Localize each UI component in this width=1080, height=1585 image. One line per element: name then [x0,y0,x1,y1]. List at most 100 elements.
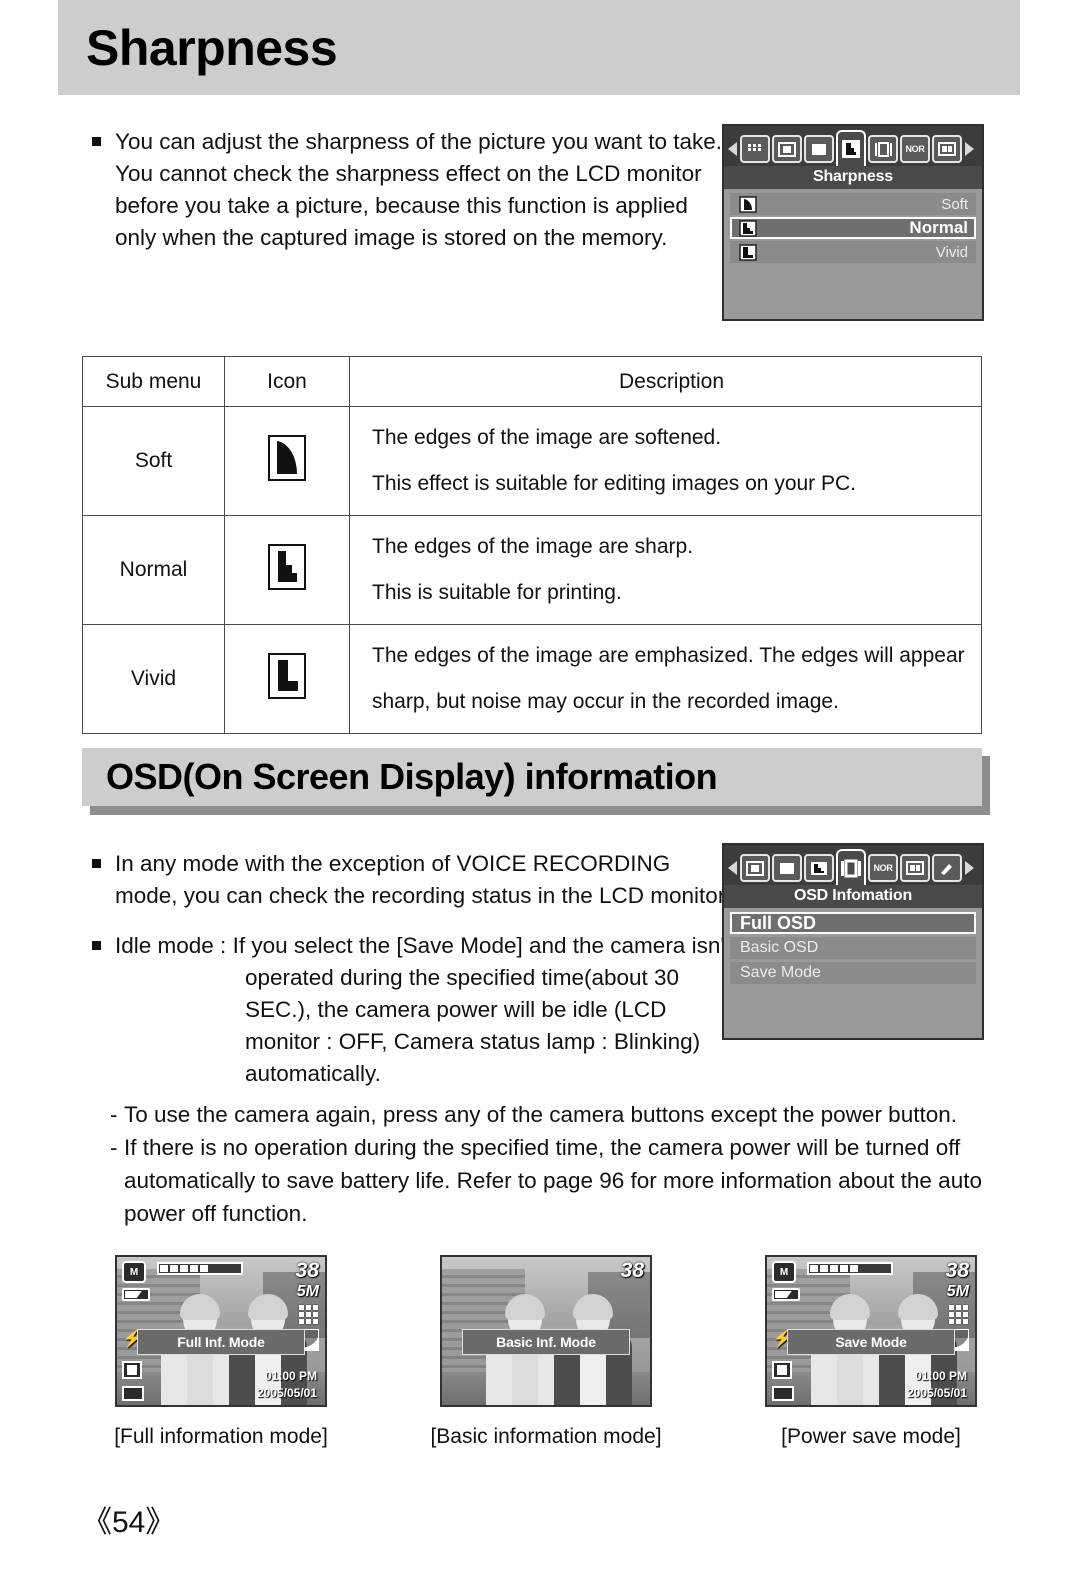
sharpness-intro-paragraph: You can adjust the sharpness of the pict… [92,126,722,254]
sharpness-normal-icon [738,219,760,237]
tab-nor-label: NOR [905,144,925,154]
frame-icon [778,141,796,157]
dash-note: - To use the camera again, press any of … [110,1098,990,1131]
lcd-menu-item-label: Full OSD [740,912,816,933]
table-row: Normal The edges of the image are sharp.… [82,515,982,625]
tab-nor-icon[interactable]: NOR [900,135,930,163]
description-line: This effect is suitable for editing imag… [372,472,857,495]
table-cell-icon [224,515,350,625]
dash-note: - If there is no operation during the sp… [110,1131,990,1230]
pen-icon [941,863,952,875]
table-cell-icon [224,406,350,516]
quality-dots-icon [949,1305,968,1324]
tab-grid-icon[interactable] [740,135,770,163]
sharpness-normal-icon [268,544,306,590]
tab-nor-icon[interactable]: NOR [868,854,898,882]
dash-line: To use the camera again, press any of th… [124,1102,957,1127]
table-cell-sub-menu: Normal [82,515,225,625]
preview-caption: [Power save mode] [781,1425,961,1448]
tab-picture-icon[interactable] [932,135,962,163]
mode-label-pill: Full Inf. Mode [137,1329,305,1355]
dash-line: automatically to save battery life. Refe… [124,1168,982,1193]
tab-osd-icon[interactable] [836,849,866,885]
lcd-menu-item-label: Save Mode [740,964,821,981]
white-square-icon [812,143,826,155]
table-cell-sub-menu: Vivid [82,624,225,734]
table-header-description: Description [349,356,982,407]
intro-line: before you take a picture, because this … [115,193,688,218]
section-header-sharpness: Sharpness [58,0,1020,95]
intro-line: You cannot check the sharpness effect on… [115,161,702,186]
intro-line: You can adjust the sharpness of the pict… [115,129,723,154]
table-cell-sub-menu: Soft [82,406,225,516]
sharpness-table: Sub menu Icon Description Soft The edges… [82,356,982,734]
dash-bullet-icon: - [110,1135,118,1160]
lcd-mock-osd: NOR OSD Infomation Full OSD Basic OSD Sa… [722,843,984,1040]
time-stamp: 01:00 PM [264,1369,317,1383]
date-stamp: 2005/05/01 [906,1386,967,1400]
memory-card-icon [122,1386,144,1401]
tab-pen-icon[interactable] [932,854,962,882]
preview-basic-information-mode: 38 Basic Inf. Mode [440,1255,652,1407]
battery-icon [772,1288,800,1301]
quality-dots-icon [299,1305,318,1324]
arrow-right-icon[interactable] [965,861,974,875]
preview-caption: [Basic information mode] [430,1425,662,1448]
picture-icon [938,142,956,156]
sharpness-soft-icon [268,435,306,481]
lcd-menu-item-label: Basic OSD [740,939,819,956]
arrow-left-icon[interactable] [728,861,737,875]
description-line: The edges of the image are emphasized. T… [372,644,965,667]
bullet-line: mode, you can check the recording status… [115,883,731,908]
lcd-menu-list: Full OSD Basic OSD Save Mode [724,908,982,984]
sharpness-soft-icon [738,195,760,213]
battery-icon [122,1288,150,1301]
lcd-tab-bar: NOR [724,126,982,166]
tab-osd-icon[interactable] [868,135,898,163]
shots-remaining-count: 38 [945,1259,969,1282]
table-header-icon: Icon [224,356,350,407]
tab-white-square-icon[interactable] [804,135,834,163]
dash-bullet-icon: - [110,1102,118,1127]
osd-icon [874,141,892,157]
date-stamp: 2005/05/01 [256,1386,317,1400]
lcd-menu-item-label: Vivid [935,243,968,261]
description-line: The edges of the image are softened. [372,426,722,449]
tab-picture-icon[interactable] [900,854,930,882]
page-number: 《54》 [82,1506,176,1539]
bullet-subline: SEC.), the camera power will be idle (LC… [245,997,667,1022]
bullet-subline: operated during the specified time(about… [245,965,680,990]
tab-sharpness-icon[interactable] [804,854,834,882]
table-header-sub-menu: Sub menu [82,356,225,407]
lcd-menu-item-full-osd[interactable]: Full OSD [730,912,976,934]
tab-white-square-icon[interactable] [772,854,802,882]
tab-frame-icon[interactable] [740,854,770,882]
white-square-icon [780,862,794,874]
sharpness-icon [842,140,860,158]
tab-sharpness-icon[interactable] [836,130,866,166]
intro-line: only when the captured image is stored o… [115,225,668,250]
resolution-indicator: 5M [296,1283,319,1300]
lcd-menu-item-label: Normal [909,218,968,237]
lcd-menu-list: Soft Normal Vivid [724,189,982,263]
bullet-subline: monitor : OFF, Camera status lamp : Blin… [245,1029,701,1054]
lcd-menu-item-vivid[interactable]: Vivid [730,241,976,263]
preview-caption: [Full information mode] [114,1425,328,1448]
arrow-right-icon[interactable] [965,142,974,156]
description-line: The edges of the image are sharp. [372,535,694,558]
picture-icon [906,861,924,875]
table-row: Vivid The edges of the image are emphasi… [82,624,982,734]
lcd-menu-item-normal[interactable]: Normal [730,217,976,239]
description-line: sharp, but noise may occur in the record… [372,690,839,713]
table-header-row: Sub menu Icon Description [82,356,982,407]
arrow-left-icon[interactable] [728,142,737,156]
description-line: This is suitable for printing. [372,581,622,604]
lcd-menu-item-save-mode[interactable]: Save Mode [730,962,976,984]
tab-frame-icon[interactable] [772,135,802,163]
metering-icon [772,1361,792,1379]
lcd-menu-item-soft[interactable]: Soft [730,193,976,215]
zoom-bar-indicator [807,1262,893,1275]
table-cell-icon [224,624,350,734]
lcd-menu-item-basic-osd[interactable]: Basic OSD [730,937,976,959]
table-row: Soft The edges of the image are softened… [82,406,982,516]
